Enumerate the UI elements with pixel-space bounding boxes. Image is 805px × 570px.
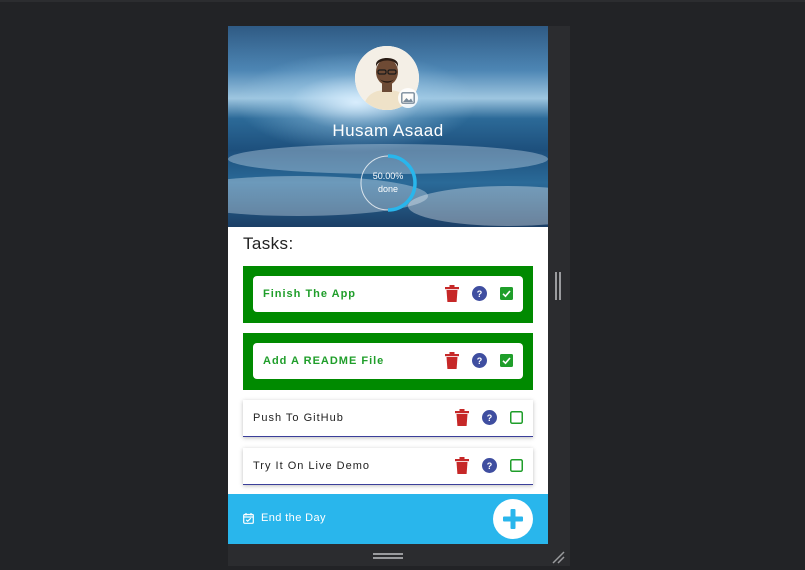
profile-name: Husam Asaad [332,121,444,140]
profile-header: Husam Asaad 50.00% done [228,26,548,227]
image-icon [401,92,415,104]
trash-icon[interactable] [445,352,459,369]
bottom-bar: End the Day [228,494,548,544]
help-icon[interactable]: ? [472,286,487,301]
horizontal-resize-handle[interactable] [373,553,403,559]
trash-icon[interactable] [455,457,469,474]
help-icon[interactable]: ? [482,410,497,425]
progress-label: 50.00% done [358,170,418,196]
checkbox-empty-icon[interactable] [510,411,523,424]
change-photo-button[interactable] [398,88,418,108]
svg-text:?: ? [487,413,493,423]
end-the-day-button[interactable]: End the Day [261,512,326,524]
progress-suffix: done [377,184,399,194]
vertical-resize-handle[interactable] [555,272,561,300]
help-icon[interactable]: ? [472,353,487,368]
trash-icon[interactable] [445,285,459,302]
task-label: Push To GitHub [253,412,344,424]
task-row[interactable]: Try It On Live Demo ? [243,448,533,485]
checkbox-checked-icon[interactable] [500,354,513,367]
header-wave [408,186,548,226]
corner-resize-grip[interactable] [551,550,565,564]
window-top-edge [0,0,805,2]
svg-text:?: ? [477,289,483,299]
app-screen: Husam Asaad 50.00% done Tasks: Finish Th… [228,26,548,544]
calendar-check-icon [243,513,254,524]
tasks-heading: Tasks: [243,234,294,253]
add-task-button[interactable] [493,499,533,539]
help-icon[interactable]: ? [482,458,497,473]
plus-icon [503,509,523,529]
checkbox-empty-icon[interactable] [510,459,523,472]
task-label: Try It On Live Demo [253,460,371,472]
trash-icon[interactable] [455,409,469,426]
task-label: Add A README File [263,355,385,367]
progress-value: 50.00% [372,171,404,181]
task-card: Add A README File ? [253,343,523,379]
task-row[interactable]: Push To GitHub ? [243,400,533,437]
svg-text:?: ? [477,356,483,366]
task-card: Finish The App ? [253,276,523,312]
checkbox-checked-icon[interactable] [500,287,513,300]
task-row[interactable]: Add A README File ? [243,333,533,390]
task-label: Finish The App [263,288,357,300]
task-row[interactable]: Finish The App ? [243,266,533,323]
svg-text:?: ? [487,461,493,471]
